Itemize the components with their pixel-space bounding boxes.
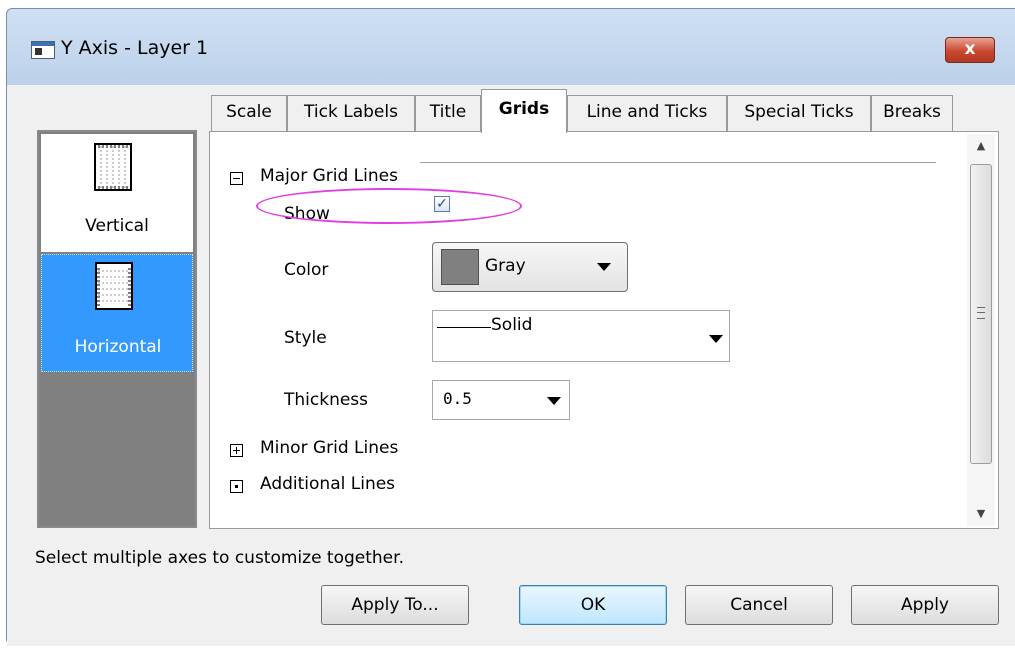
list-item-label-horizontal: Horizontal (74, 337, 162, 357)
panel-scrollbar[interactable]: ▲ ▼ (967, 134, 995, 526)
tab-scale[interactable]: Scale (211, 95, 287, 131)
horizontal-grid-icon (95, 262, 133, 310)
tab-special-ticks[interactable]: Special Ticks (727, 95, 871, 131)
ok-button[interactable]: OK (519, 585, 667, 625)
color-value: Gray (485, 256, 526, 276)
major-grid-group-divider (420, 162, 936, 163)
style-value: Solid (491, 315, 533, 335)
grids-tab-panel: Major Grid Lines Show ✓ Color Gray Style… (209, 131, 999, 529)
tab-grids[interactable]: Grids (481, 89, 567, 133)
thickness-label: Thickness (284, 390, 369, 410)
axis-direction-list[interactable]: Vertical Horizontal (37, 130, 197, 528)
major-grid-collapse-icon[interactable] (230, 172, 243, 185)
scroll-grip-icon (977, 307, 985, 319)
major-grid-lines-label: Major Grid Lines (260, 166, 398, 186)
solid-line-preview (437, 327, 491, 328)
color-dropdown-arrow-icon (597, 263, 611, 271)
list-item-vertical[interactable]: Vertical (41, 134, 193, 252)
window-title: Y Axis - Layer 1 (61, 37, 209, 59)
tab-line-and-ticks[interactable]: Line and Ticks (567, 95, 727, 131)
tab-title[interactable]: Title (415, 95, 481, 131)
cancel-button[interactable]: Cancel (685, 585, 833, 625)
additional-lines-label: Additional Lines (260, 474, 396, 494)
thickness-dropdown[interactable]: 0.5 (432, 380, 570, 420)
scroll-down-arrow-icon[interactable]: ▼ (967, 502, 995, 526)
scroll-thumb[interactable] (970, 164, 992, 464)
style-dropdown[interactable]: Solid (432, 310, 730, 362)
style-dropdown-arrow-icon (709, 335, 723, 343)
list-item-horizontal[interactable]: Horizontal (41, 254, 193, 372)
apply-button[interactable]: Apply (851, 585, 999, 625)
thickness-dropdown-arrow-icon (547, 397, 561, 405)
scroll-up-arrow-icon[interactable]: ▲ (967, 134, 995, 158)
minor-grid-expand-icon[interactable] (230, 444, 243, 457)
status-hint-text: Select multiple axes to customize togeth… (35, 548, 404, 568)
style-label: Style (284, 328, 327, 348)
close-button[interactable]: x (945, 37, 995, 63)
minor-grid-lines-label: Minor Grid Lines (260, 438, 399, 458)
apply-to-button[interactable]: Apply To... (321, 585, 469, 625)
list-item-label-vertical: Vertical (85, 216, 149, 236)
app-icon (31, 41, 55, 59)
dialog-client-area: Vertical Horizontal Scale Tick Labels Ti… (7, 85, 1015, 646)
tab-tick-labels[interactable]: Tick Labels (287, 95, 415, 131)
tab-breaks[interactable]: Breaks (871, 95, 953, 131)
color-label: Color (284, 260, 329, 280)
color-dropdown[interactable]: Gray (432, 242, 628, 292)
y-axis-dialog: Y Axis - Layer 1 x Vertical Horizontal S… (6, 8, 1015, 646)
thickness-value: 0.5 (443, 389, 472, 408)
vertical-grid-icon (94, 143, 132, 191)
show-highlight-annotation (256, 188, 522, 224)
color-swatch (441, 249, 479, 285)
title-bar[interactable]: Y Axis - Layer 1 x (7, 9, 1015, 85)
additional-lines-expand-icon[interactable] (230, 480, 243, 493)
